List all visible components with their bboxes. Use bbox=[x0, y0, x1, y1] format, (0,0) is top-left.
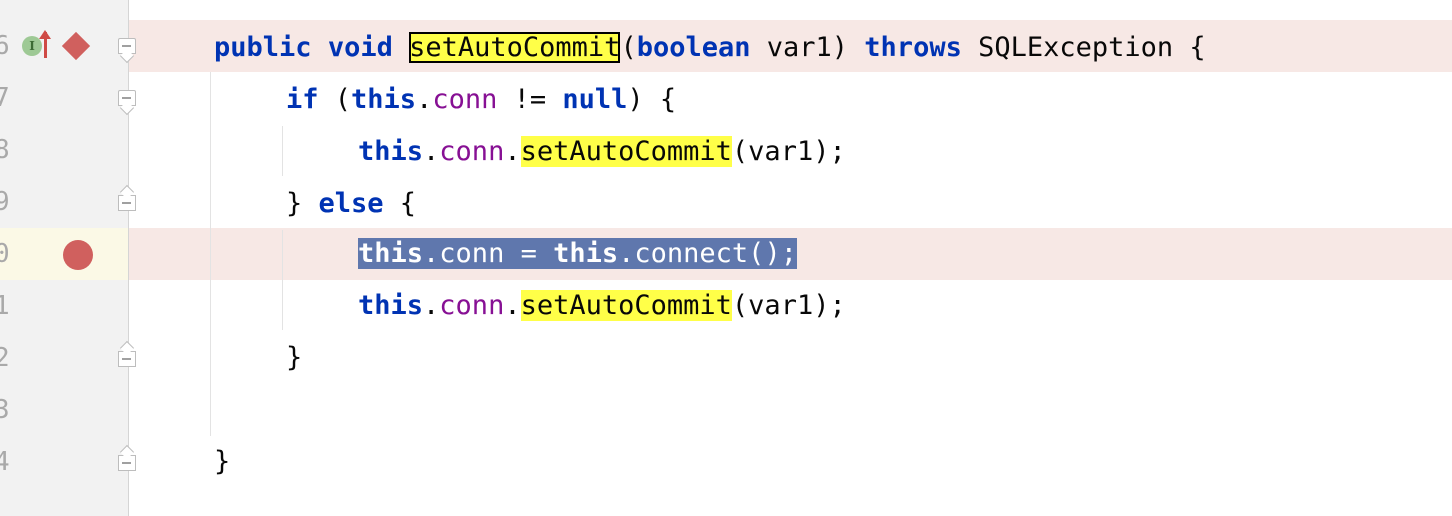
code-token: . bbox=[423, 238, 440, 269]
implements-icon[interactable]: I bbox=[22, 36, 42, 56]
code-token: SQLException { bbox=[961, 32, 1206, 63]
code-token: { bbox=[383, 188, 417, 219]
line-number: 6 bbox=[0, 31, 10, 61]
code-text-line-7[interactable]: } bbox=[286, 332, 302, 384]
line-number: 4 bbox=[0, 447, 10, 477]
keyword: this bbox=[351, 84, 417, 115]
line-number: 2 bbox=[0, 343, 10, 373]
code-text-line-4[interactable]: } else { bbox=[286, 178, 416, 230]
keyword: void bbox=[327, 32, 393, 63]
field: conn bbox=[439, 238, 505, 269]
code-text-line-6[interactable]: this.conn.setAutoCommit(var1); bbox=[358, 280, 846, 332]
code-token: ) { bbox=[627, 84, 677, 115]
usage-highlight: setAutoCommit bbox=[520, 136, 732, 167]
code-token: = bbox=[504, 238, 554, 269]
code-text-line-3[interactable]: this.conn.setAutoCommit(var1); bbox=[358, 126, 846, 178]
keyword: boolean bbox=[636, 32, 751, 63]
field: conn bbox=[432, 84, 498, 115]
fold-icon[interactable] bbox=[118, 195, 136, 211]
code-token: .connect(); bbox=[618, 238, 797, 269]
fold-icon[interactable] bbox=[118, 90, 136, 106]
code-text-line-2[interactable]: if (this.conn != null) { bbox=[286, 74, 676, 126]
code-line-2[interactable]: 7 bbox=[0, 72, 1452, 124]
keyword: null bbox=[562, 84, 628, 115]
code-text-line-9[interactable]: } bbox=[214, 436, 230, 488]
keyword: this bbox=[358, 136, 424, 167]
code-token: . bbox=[416, 84, 433, 115]
line-breakpoint-icon[interactable] bbox=[63, 240, 93, 270]
line-number: 7 bbox=[0, 83, 10, 113]
overrides-up-arrow-icon[interactable] bbox=[39, 30, 51, 58]
indent-guide bbox=[282, 126, 283, 176]
code-token: } bbox=[286, 188, 319, 219]
usage-highlight: setAutoCommit bbox=[520, 290, 732, 321]
fold-icon[interactable] bbox=[118, 38, 136, 54]
fold-icon[interactable] bbox=[118, 351, 136, 367]
code-token: . bbox=[504, 136, 521, 167]
code-token: (var1); bbox=[731, 136, 846, 167]
code-token: ( bbox=[318, 84, 352, 115]
code-token: . bbox=[423, 136, 440, 167]
line-number: 1 bbox=[0, 291, 10, 321]
code-token: (var1); bbox=[731, 290, 846, 321]
indent-guide bbox=[210, 72, 211, 436]
line-number: 8 bbox=[0, 135, 10, 165]
keyword: this bbox=[553, 238, 619, 269]
keyword: else bbox=[318, 188, 384, 219]
code-token: . bbox=[504, 290, 521, 321]
code-text-line-1[interactable]: public void setAutoCommit(boolean var1) … bbox=[214, 22, 1206, 74]
keyword: throws bbox=[864, 32, 962, 63]
indent-guide bbox=[282, 230, 283, 330]
keyword: public bbox=[214, 32, 312, 63]
keyword: this bbox=[358, 290, 424, 321]
keyword: this bbox=[358, 238, 424, 269]
code-token: != bbox=[497, 84, 563, 115]
code-line-4[interactable]: 9 bbox=[0, 176, 1452, 228]
line-number: 0 bbox=[0, 239, 10, 269]
selection: this.conn = this.connect(); bbox=[358, 238, 797, 269]
line-number: 9 bbox=[0, 187, 10, 217]
fold-icon[interactable] bbox=[118, 455, 136, 471]
line-number: 3 bbox=[0, 395, 10, 425]
code-token: ( bbox=[620, 32, 637, 63]
code-line-7[interactable]: 2 bbox=[0, 332, 1452, 384]
code-text-line-5[interactable]: this.conn = this.connect(); bbox=[358, 228, 797, 280]
field: conn bbox=[439, 136, 505, 167]
keyword: if bbox=[286, 84, 319, 115]
field: conn bbox=[439, 290, 505, 321]
code-token: var1) bbox=[750, 32, 865, 63]
method-name-highlight: setAutoCommit bbox=[409, 32, 621, 63]
code-line-8[interactable]: 3 bbox=[0, 384, 1452, 436]
code-token: . bbox=[423, 290, 440, 321]
